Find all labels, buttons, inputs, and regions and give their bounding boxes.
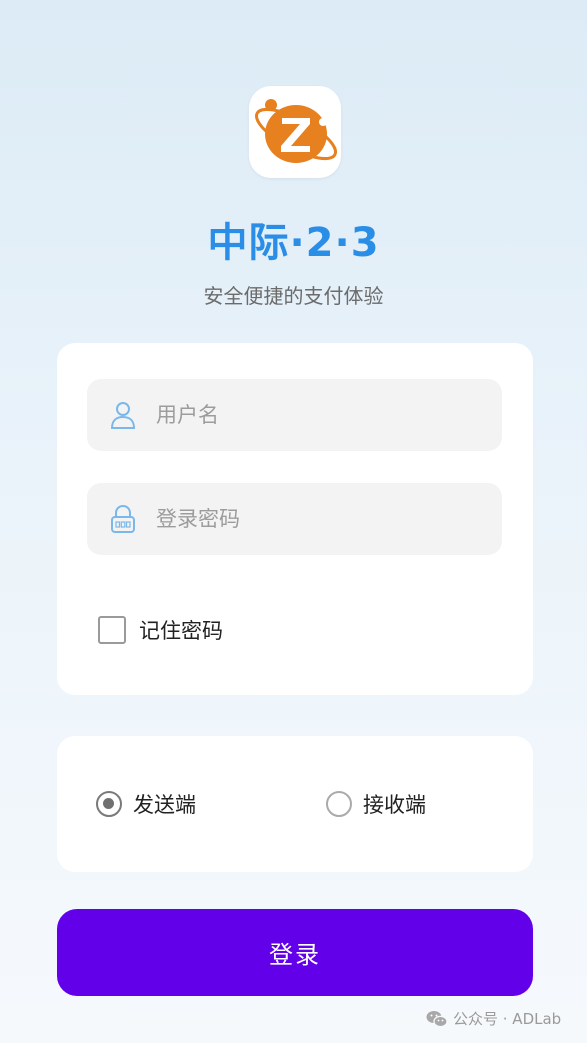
watermark-text: 公众号 · ADLab bbox=[453, 1010, 562, 1028]
role-card: 发送端 接收端 bbox=[57, 736, 533, 872]
password-field[interactable] bbox=[87, 483, 502, 555]
lock-icon bbox=[109, 504, 137, 533]
user-icon bbox=[109, 401, 137, 429]
watermark: 公众号 · ADLab bbox=[426, 1008, 561, 1029]
login-card: 记住密码 bbox=[57, 343, 533, 695]
username-input[interactable] bbox=[154, 402, 458, 428]
remember-password-label: 记住密码 bbox=[139, 619, 223, 643]
app-logo bbox=[249, 86, 341, 178]
password-input[interactable] bbox=[154, 506, 458, 532]
receiver-label: 接收端 bbox=[363, 793, 426, 817]
login-button[interactable]: 登录 bbox=[57, 909, 533, 996]
username-field[interactable] bbox=[87, 379, 502, 451]
remember-password-checkbox[interactable] bbox=[98, 616, 126, 644]
z-logo-icon bbox=[255, 99, 337, 163]
app-title: 中际·2·3 bbox=[207, 220, 380, 266]
sender-label: 发送端 bbox=[133, 793, 196, 817]
sender-option[interactable]: 发送端 bbox=[96, 789, 196, 819]
sender-radio[interactable] bbox=[96, 791, 122, 817]
wechat-icon bbox=[426, 1010, 448, 1028]
receiver-radio[interactable] bbox=[326, 791, 352, 817]
remember-password-option[interactable]: 记住密码 bbox=[98, 615, 223, 645]
app-subtitle: 安全便捷的支付体验 bbox=[203, 284, 384, 308]
receiver-option[interactable]: 接收端 bbox=[326, 789, 426, 819]
